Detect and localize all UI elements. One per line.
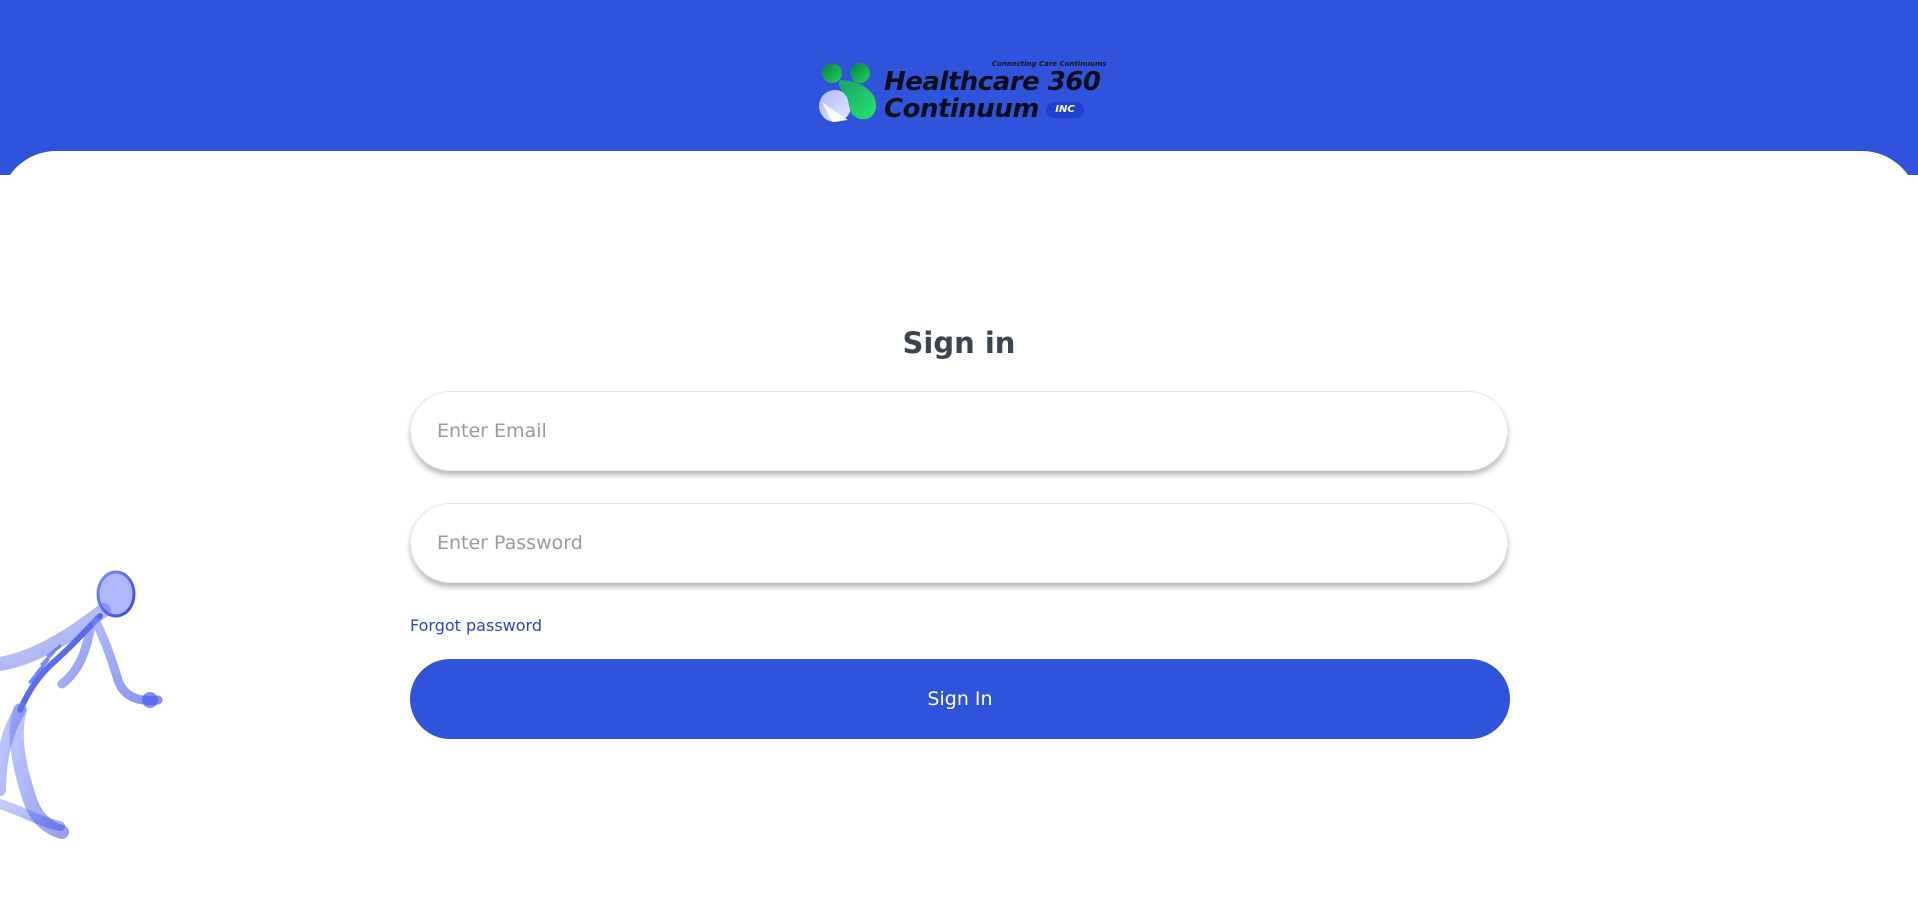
logo-line-2: Continuum xyxy=(884,94,1039,124)
healthcare-logo-mark-icon xyxy=(819,63,877,122)
sign-in-heading: Sign in xyxy=(902,326,1016,360)
logo-inc-badge: INC xyxy=(1046,102,1084,118)
brand-logo: Connecting Care Continuums Healthcare 36… xyxy=(818,58,1107,128)
email-field[interactable] xyxy=(410,391,1508,471)
logo-line-1: Healthcare 360 xyxy=(884,67,1101,97)
running-skeleton-illustration-icon xyxy=(0,570,163,839)
forgot-password-link[interactable]: Forgot password xyxy=(410,616,542,635)
password-field[interactable] xyxy=(410,503,1508,583)
sign-in-button[interactable]: Sign In xyxy=(410,659,1510,739)
